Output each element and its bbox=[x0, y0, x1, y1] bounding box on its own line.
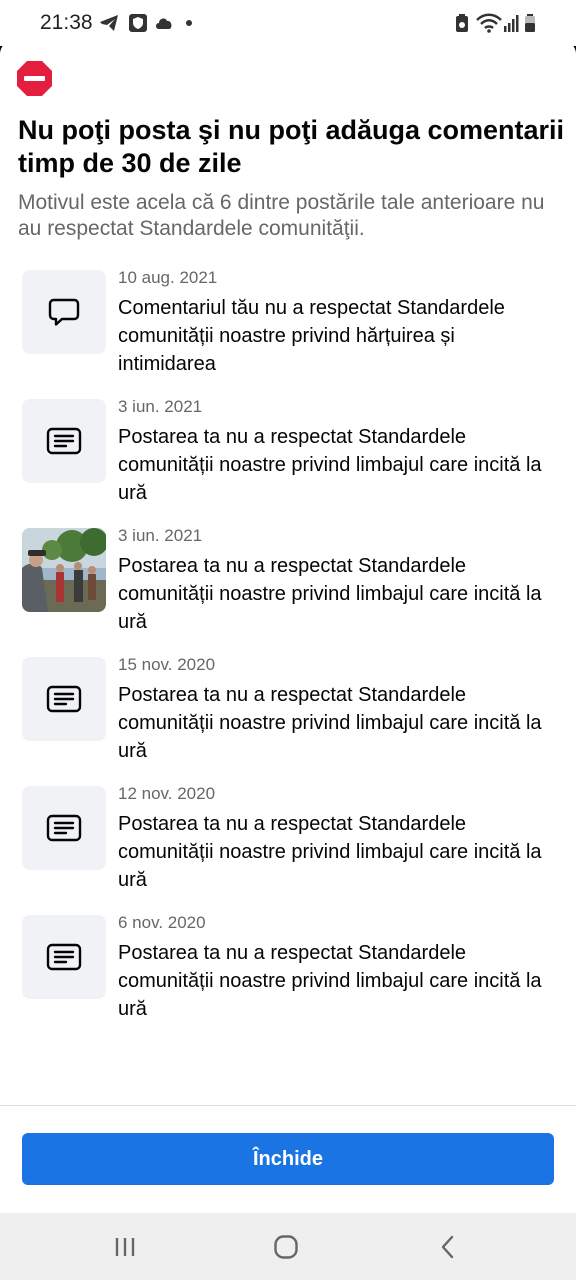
post-icon bbox=[46, 943, 82, 971]
home-icon bbox=[274, 1234, 298, 1259]
list-item: 15 nov. 2020 Postarea ta nu a respectat … bbox=[0, 655, 576, 784]
list-item: 3 iun. 2021 Postarea ta nu a respectat S… bbox=[0, 526, 576, 655]
post-icon bbox=[46, 427, 82, 455]
post-icon bbox=[46, 814, 82, 842]
item-text: Comentariul tău nu a respectat Standarde… bbox=[118, 297, 505, 375]
list-item: 12 nov. 2020 Postarea ta nu a respectat … bbox=[0, 784, 576, 913]
back-icon bbox=[441, 1235, 454, 1258]
back-button[interactable] bbox=[398, 1213, 498, 1280]
item-text: Postarea ta nu a respectat Standardele c… bbox=[118, 555, 542, 633]
signal-icon bbox=[504, 15, 519, 32]
dialog-title: Nu poţi posta şi nu poţi adăuga comentar… bbox=[18, 115, 565, 178]
battery-icon bbox=[525, 14, 535, 32]
post-thumbnail bbox=[22, 915, 106, 999]
footer-divider bbox=[0, 1105, 576, 1106]
item-date: 3 iun. 2021 bbox=[118, 397, 203, 416]
post-thumbnail bbox=[22, 399, 106, 483]
wifi-icon bbox=[476, 13, 502, 33]
telegram-icon bbox=[100, 15, 118, 31]
comment-thumbnail bbox=[22, 270, 106, 354]
item-text: Postarea ta nu a respectat Standardele c… bbox=[118, 813, 542, 891]
post-thumbnail bbox=[22, 786, 106, 870]
item-date: 12 nov. 2020 bbox=[118, 784, 216, 803]
navigation-bar bbox=[0, 1213, 576, 1280]
item-text: Postarea ta nu a respectat Standardele c… bbox=[118, 684, 542, 762]
battery-saver-icon bbox=[456, 14, 468, 32]
status-time: 21:38 bbox=[40, 11, 93, 34]
recent-apps-button[interactable] bbox=[75, 1213, 175, 1280]
dialog-subtitle: Motivul este acela că 6 dintre postările… bbox=[18, 191, 545, 240]
home-button[interactable] bbox=[236, 1213, 336, 1280]
dot-icon bbox=[186, 20, 192, 26]
violations-list: 10 aug. 2021 Comentariul tău nu a respec… bbox=[0, 268, 576, 1042]
photo-thumbnail-image bbox=[22, 528, 106, 612]
post-thumbnail bbox=[22, 657, 106, 741]
item-date: 15 nov. 2020 bbox=[118, 655, 216, 674]
item-text: Postarea ta nu a respectat Standardele c… bbox=[118, 426, 542, 504]
list-item: 10 aug. 2021 Comentariul tău nu a respec… bbox=[0, 268, 576, 397]
cloud-icon bbox=[156, 18, 172, 29]
list-item: 3 iun. 2021 Postarea ta nu a respectat S… bbox=[0, 397, 576, 526]
close-button[interactable]: Închide bbox=[22, 1133, 554, 1185]
post-icon bbox=[46, 685, 82, 713]
item-date: 6 nov. 2020 bbox=[118, 913, 206, 932]
stop-icon bbox=[17, 61, 52, 96]
photo-thumbnail bbox=[22, 528, 106, 612]
recent-apps-icon bbox=[115, 1237, 135, 1256]
item-date: 3 iun. 2021 bbox=[118, 526, 203, 545]
comment-icon bbox=[48, 298, 80, 326]
shield-app-icon bbox=[129, 14, 147, 32]
item-date: 10 aug. 2021 bbox=[118, 268, 218, 287]
list-item: 6 nov. 2020 Postarea ta nu a respectat S… bbox=[0, 913, 576, 1042]
item-text: Postarea ta nu a respectat Standardele c… bbox=[118, 942, 542, 1020]
